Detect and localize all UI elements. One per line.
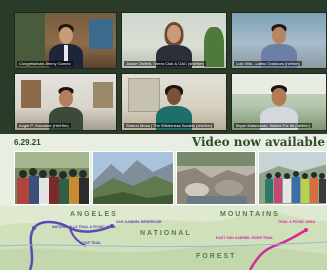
participant-tile[interactable]: Sharon Mosa | The Wilderness Society (sh… xyxy=(121,73,227,131)
map-region-label: NATIONAL xyxy=(140,230,192,237)
participant-caption: Angel P. Gonzalez (He/Him) xyxy=(17,123,71,128)
rocks-photo xyxy=(176,151,256,205)
event-date: 6.29.21 xyxy=(14,138,41,147)
participant-caption: Sharon Mosa | The Wilderness Society (sh… xyxy=(124,123,215,128)
map-region-label: MOUNTAINS xyxy=(220,211,280,218)
participant-tile[interactable]: Bryan Matsumoto, Nature For All (he/him) xyxy=(231,73,327,131)
map-region-label: FOREST xyxy=(196,253,237,260)
trail-label: TRAIL & PICNIC AREA xyxy=(278,220,316,224)
map-region-label: ANGELES xyxy=(70,211,118,218)
mountain-photo xyxy=(92,151,174,205)
hikers-photo xyxy=(258,151,327,205)
video-available-link[interactable]: Video now available xyxy=(192,135,325,149)
trail-label: EAST SAN GABRIEL RIVER TRAIL xyxy=(216,236,274,240)
participant-tile[interactable]: Jackie Ostfeld, Sierra Club & OAC (she/h… xyxy=(121,12,227,69)
participant-caption: Congressman Jimmy Gomez xyxy=(17,61,73,66)
trail-map: ANGELES NATIONAL FOREST MOUNTAINS NATURE… xyxy=(0,206,327,270)
video-call-grid: Congressman Jimmy Gomez Jackie Ostfeld, … xyxy=(0,0,327,134)
trail-label: SAN GABRIEL RESERVOIR xyxy=(116,220,162,224)
participant-tile[interactable]: Luis Villa - Latino Outdoors (he/him) xyxy=(231,12,327,69)
group-photo xyxy=(14,151,90,205)
participant-caption: Jackie Ostfeld, Sierra Club & OAC (she/h… xyxy=(124,61,207,66)
participant-tile[interactable]: Congressman Jimmy Gomez xyxy=(14,12,117,69)
trail-label: LOOP TRAIL xyxy=(80,241,102,245)
participant-caption: Luis Villa - Latino Outdoors (he/him) xyxy=(234,61,302,66)
participant-tile[interactable]: Angel P. Gonzalez (He/Him) xyxy=(14,73,117,131)
info-banner: 6.29.21 Video now available xyxy=(0,134,327,150)
participant-caption: Bryan Matsumoto, Nature For All (he/him) xyxy=(234,123,312,128)
trail-label: NATURE HILLS TRAIL & PICNIC AREA xyxy=(52,225,116,229)
